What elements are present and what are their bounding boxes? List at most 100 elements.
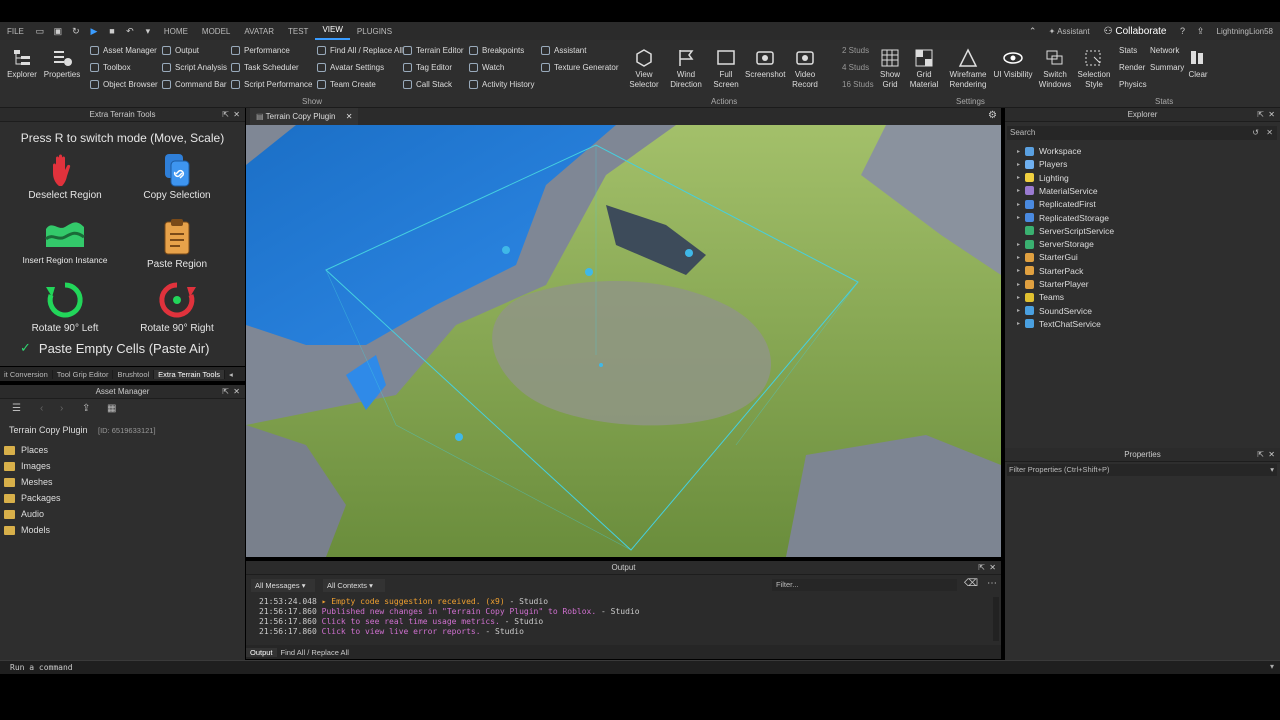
explorer-item[interactable]: ServerScriptService xyxy=(1017,226,1114,236)
terrain-scene[interactable] xyxy=(246,125,1001,557)
ui-visibility-button[interactable]: UI Visibility xyxy=(992,48,1034,80)
selection-handle[interactable] xyxy=(685,249,693,257)
tab-brushtool[interactable]: Brushtool xyxy=(113,369,155,379)
output-toggle[interactable]: Output xyxy=(162,46,199,55)
folder-places[interactable]: Places xyxy=(4,445,48,455)
log-line[interactable]: 21:53:24.048 ▸ Empty code suggestion rec… xyxy=(259,597,548,606)
messages-filter-select[interactable]: All Messages ▾ xyxy=(251,579,315,592)
tabs-scroll-icon[interactable]: ◂ xyxy=(225,370,237,379)
clear-output-icon[interactable]: ⌫ xyxy=(964,578,978,589)
tab-view[interactable]: VIEW xyxy=(315,22,350,40)
activity-history-toggle[interactable]: Activity History xyxy=(469,80,534,89)
expand-arrow-icon[interactable]: ▸ xyxy=(1017,174,1025,181)
selection-style-button[interactable]: Selection Style xyxy=(1075,48,1113,90)
explorer-item[interactable]: ▸ Workspace xyxy=(1017,146,1081,156)
close-icon[interactable]: ✕ xyxy=(1268,448,1275,462)
stop-icon[interactable]: ■ xyxy=(106,26,118,36)
tab-terrain-copy-plugin[interactable]: ▤ Terrain Copy Plugin ✕ xyxy=(250,108,359,125)
call-stack-toggle[interactable]: Call Stack xyxy=(403,80,452,89)
selection-handle[interactable] xyxy=(585,268,593,276)
explorer-item[interactable]: ▸ StarterPlayer xyxy=(1017,279,1089,289)
tab-tool-grip-editor[interactable]: Tool Grip Editor xyxy=(53,369,114,379)
forward-icon[interactable]: › xyxy=(60,403,63,414)
expand-arrow-icon[interactable]: ▸ xyxy=(1017,148,1025,155)
close-icon[interactable]: ✕ xyxy=(1268,108,1275,122)
tab-avatar[interactable]: AVATAR xyxy=(237,27,281,36)
chevron-down-icon[interactable]: ▾ xyxy=(1270,464,1274,476)
paste-region-button[interactable]: Paste Region xyxy=(124,217,230,270)
selection-handle[interactable] xyxy=(502,246,510,254)
screenshot-button[interactable]: Screenshot xyxy=(745,48,785,80)
explorer-button[interactable]: Explorer xyxy=(5,48,39,80)
refresh-icon[interactable]: ↻ xyxy=(70,26,82,36)
team-create-toggle[interactable]: Team Create xyxy=(317,80,376,89)
network-toggle[interactable]: Network xyxy=(1150,46,1179,55)
explorer-search-input[interactable]: Search ↺ ✕ xyxy=(1007,126,1277,140)
close-icon[interactable]: ✕ xyxy=(346,112,353,121)
command-bar-toggle[interactable]: Command Bar xyxy=(162,80,227,89)
performance-toggle[interactable]: Performance xyxy=(231,46,290,55)
tab-model[interactable]: MODEL xyxy=(195,27,237,36)
object-browser-toggle[interactable]: Object Browser xyxy=(90,80,158,89)
undo-icon[interactable]: ↶ xyxy=(124,26,136,36)
explorer-item[interactable]: ▸ StarterPack xyxy=(1017,266,1083,276)
log-line[interactable]: 21:56:17.860 Click to view live error re… xyxy=(259,627,524,636)
play-icon[interactable]: ▶ xyxy=(88,26,100,36)
expand-arrow-icon[interactable]: ▸ xyxy=(1017,320,1025,327)
copy-selection-button[interactable]: Copy Selection xyxy=(124,152,230,201)
asset-manager-toggle[interactable]: Asset Manager xyxy=(90,46,157,55)
expand-arrow-icon[interactable]: ▸ xyxy=(1017,281,1025,288)
video-record-button[interactable]: Video Record xyxy=(788,48,822,90)
paste-air-checkbox[interactable]: ✓ Paste Empty Cells (Paste Air) xyxy=(20,340,209,356)
watch-toggle[interactable]: Watch xyxy=(469,63,504,72)
popout-icon[interactable]: ⇱ xyxy=(222,108,229,122)
tab-output[interactable]: Output xyxy=(246,647,277,657)
gear-icon[interactable]: ⚙ xyxy=(988,110,997,121)
expand-arrow-icon[interactable]: ▸ xyxy=(1017,187,1025,194)
studs-16-option[interactable]: 16 Studs xyxy=(832,80,874,89)
close-icon[interactable]: ✕ xyxy=(233,108,240,122)
expand-arrow-icon[interactable]: ▸ xyxy=(1017,294,1025,301)
find-all-toggle[interactable]: Find All / Replace All xyxy=(317,46,403,55)
view-selector-button[interactable]: View Selector xyxy=(625,48,663,90)
task-scheduler-toggle[interactable]: Task Scheduler xyxy=(231,63,299,72)
popout-icon[interactable]: ⇱ xyxy=(1257,108,1264,122)
deselect-region-button[interactable]: Deselect Region xyxy=(12,152,118,201)
save-icon[interactable]: ▣ xyxy=(52,26,64,36)
terrain-editor-toggle[interactable]: Terrain Editor xyxy=(403,46,464,55)
folder-models[interactable]: Models xyxy=(4,525,50,535)
tab-extra-terrain-tools[interactable]: Extra Terrain Tools xyxy=(154,369,225,379)
texture-generator-toggle[interactable]: Texture Generator xyxy=(541,63,618,72)
expand-arrow-icon[interactable]: ▸ xyxy=(1017,307,1025,314)
script-analysis-toggle[interactable]: Script Analysis xyxy=(162,63,227,72)
properties-button[interactable]: Properties xyxy=(43,48,81,80)
log-line[interactable]: 21:56:17.860 Published new changes in "T… xyxy=(259,607,640,616)
folder-audio[interactable]: Audio xyxy=(4,509,44,519)
filter-properties-input[interactable]: Filter Properties (Ctrl+Shift+P) ▾ xyxy=(1007,464,1277,476)
tab-test[interactable]: TEST xyxy=(281,27,315,36)
close-icon[interactable]: ✕ xyxy=(989,561,996,575)
chevron-up-icon[interactable]: ⌃ xyxy=(1027,26,1039,36)
explorer-item[interactable]: ▸ SoundService xyxy=(1017,306,1092,316)
selection-handle[interactable] xyxy=(455,433,463,441)
upload-icon[interactable]: ⇪ xyxy=(82,403,90,414)
expand-arrow-icon[interactable]: ▸ xyxy=(1017,161,1025,168)
tab-conversion[interactable]: it Conversion xyxy=(0,369,53,379)
tab-find-all[interactable]: Find All / Replace All xyxy=(277,648,353,657)
explorer-item[interactable]: ▸ TextChatService xyxy=(1017,319,1101,329)
folder-images[interactable]: Images xyxy=(4,461,51,471)
toolbox-toggle[interactable]: Toolbox xyxy=(90,63,131,72)
expand-arrow-icon[interactable]: ▸ xyxy=(1017,201,1025,208)
popout-icon[interactable]: ⇱ xyxy=(1257,448,1264,462)
tab-home[interactable]: HOME xyxy=(157,27,195,36)
insert-region-instance-button[interactable]: Insert Region Instance xyxy=(12,217,118,265)
explorer-item[interactable]: ▸ ReplicatedFirst xyxy=(1017,199,1096,209)
share-icon[interactable]: ⇪ xyxy=(1195,26,1207,36)
log-line[interactable]: 21:56:17.860 Click to see real time usag… xyxy=(259,617,543,626)
output-filter-input[interactable]: Filter... xyxy=(772,579,957,591)
stats-toggle[interactable]: Stats xyxy=(1119,46,1137,55)
clear-button[interactable]: Clear xyxy=(1184,48,1212,80)
breakpoints-toggle[interactable]: Breakpoints xyxy=(469,46,524,55)
back-icon[interactable]: ‹ xyxy=(40,403,43,414)
show-grid-button[interactable]: Show Grid xyxy=(874,48,906,90)
